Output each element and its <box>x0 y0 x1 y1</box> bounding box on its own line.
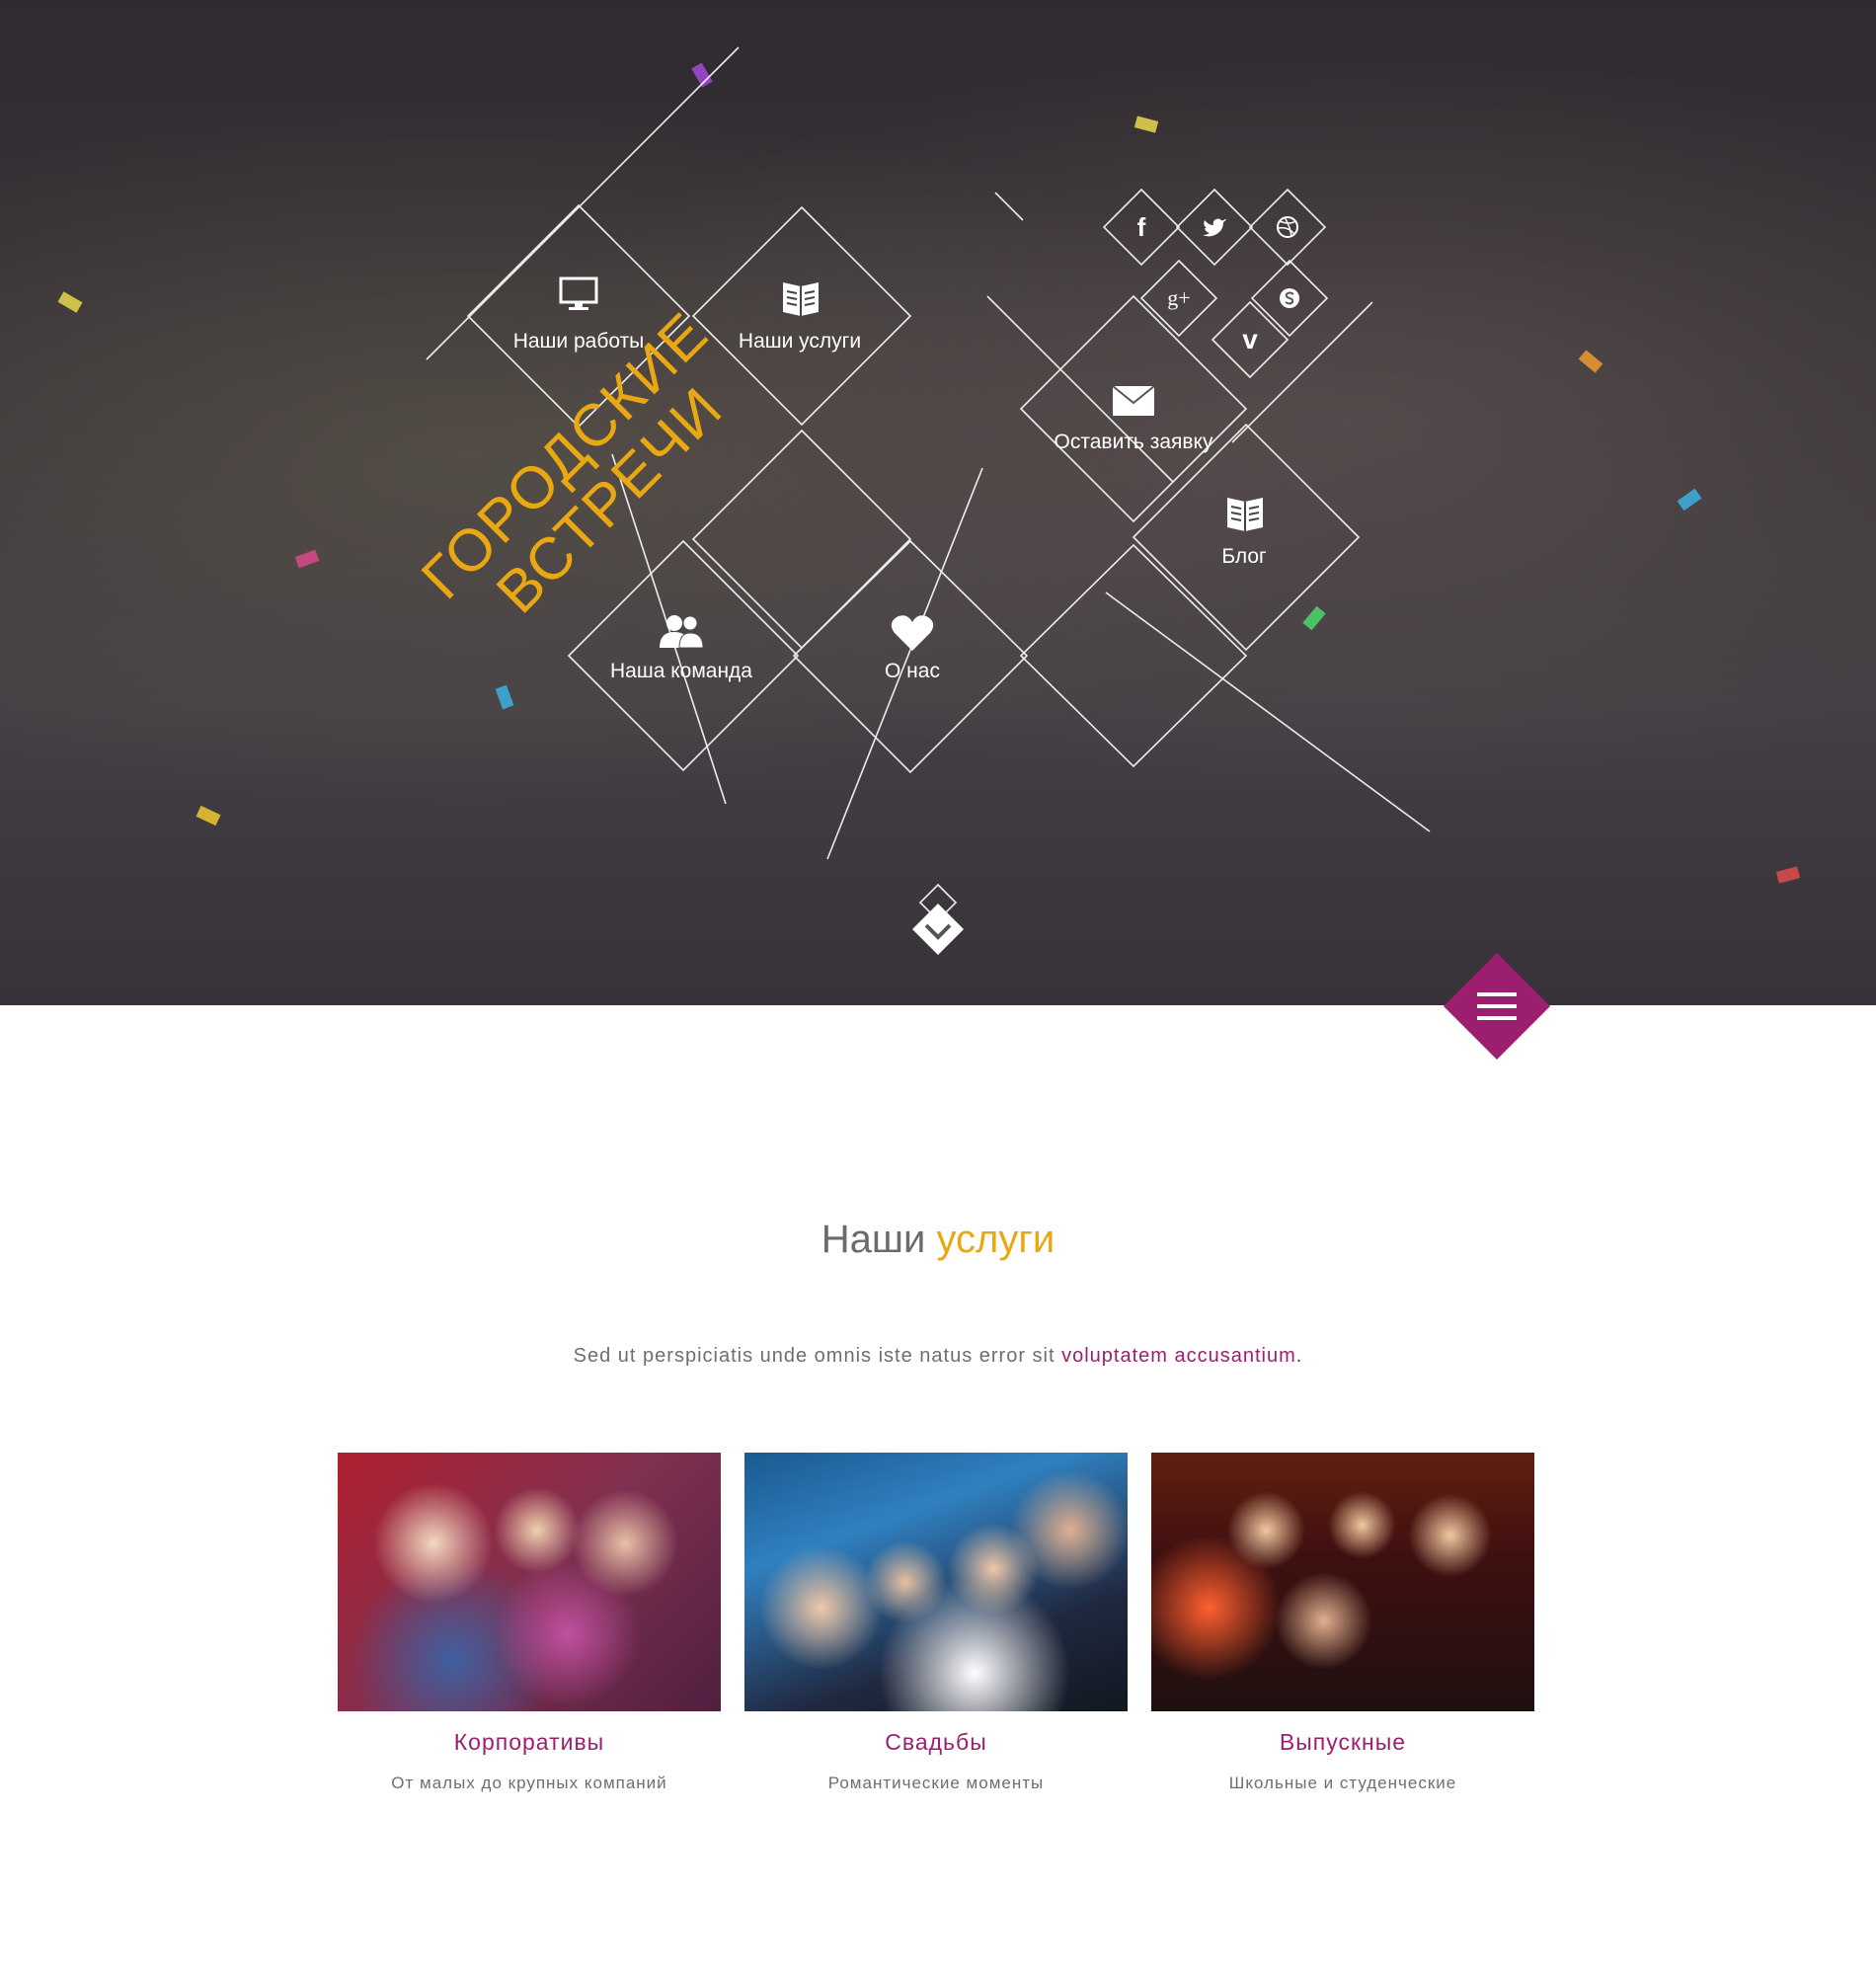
service-card-title[interactable]: Свадьбы <box>744 1729 1128 1756</box>
nav-item-our-team[interactable]: Наша команда <box>563 614 800 693</box>
nav-item-our-works[interactable]: Наши работы <box>460 276 697 355</box>
monitor-icon <box>559 276 598 310</box>
facebook-icon: f <box>1136 212 1146 242</box>
services-title-plain: Наши <box>821 1218 926 1261</box>
service-card-image[interactable] <box>1151 1453 1534 1711</box>
service-card-image[interactable] <box>338 1453 721 1711</box>
service-card-title[interactable]: Выпускные <box>1151 1729 1534 1756</box>
vimeo-icon: v <box>1242 324 1258 355</box>
nav-label: Наша команда <box>610 660 752 682</box>
social-twitter-button[interactable] <box>1197 209 1232 245</box>
service-card-title[interactable]: Корпоративы <box>338 1729 721 1756</box>
nav-item-our-services[interactable]: Наши услуги <box>681 276 918 355</box>
service-card-desc: От малых до крупных компаний <box>391 1774 667 1792</box>
envelope-icon <box>1112 385 1155 416</box>
nav-item-about[interactable]: О нас <box>794 614 1031 693</box>
users-icon <box>660 615 704 648</box>
services-title: Наши услуги <box>0 1218 1876 1262</box>
menu-button[interactable] <box>1444 953 1550 1060</box>
service-card-graduation[interactable]: Выпускные Школьные и студенческие <box>1151 1453 1534 1793</box>
social-skype-button[interactable] <box>1272 280 1307 316</box>
service-card-desc: Школьные и студенческие <box>1228 1774 1457 1792</box>
hamburger-icon <box>1444 953 1550 1060</box>
skype-icon <box>1280 288 1299 308</box>
social-google-plus-button[interactable]: g+ <box>1161 280 1197 316</box>
scroll-down-button[interactable] <box>908 884 968 963</box>
service-card-desc: Романтические моменты <box>827 1774 1045 1792</box>
social-facebook-button[interactable]: f <box>1124 209 1159 245</box>
nav-label: Оставить заявку <box>1054 431 1213 453</box>
services-subtitle-plain: Sed ut perspiciatis unde omnis iste natu… <box>573 1345 1055 1367</box>
book-icon <box>783 282 819 316</box>
dribbble-icon <box>1277 216 1298 238</box>
services-subtitle: Sed ut perspiciatis unde omnis iste natu… <box>0 1345 1876 1368</box>
services-subtitle-accent: voluptatem accusantium. <box>1061 1345 1303 1367</box>
service-card-weddings[interactable]: Свадьбы Романтические моменты <box>744 1453 1128 1793</box>
nav-item-leave-request[interactable]: Оставить заявку <box>1015 383 1252 462</box>
heart-icon <box>891 615 934 651</box>
book-icon <box>1227 498 1263 531</box>
nav-label: Наши работы <box>512 330 645 353</box>
services-title-accent: услуги <box>936 1218 1055 1261</box>
social-vimeo-button[interactable]: v <box>1232 322 1268 357</box>
service-card-corporate[interactable]: Корпоративы От малых до крупных компаний <box>338 1453 721 1793</box>
chevron-down-icon <box>912 904 964 955</box>
hero-section: ГОРОДСКИЕ ВСТРЕЧИ Наши работы Наши услуг… <box>0 0 1876 1005</box>
social-dribbble-button[interactable] <box>1270 209 1305 245</box>
nav-label: Блог <box>1221 545 1267 568</box>
twitter-icon <box>1203 218 1226 237</box>
nav-item-blog[interactable]: Блог <box>1126 492 1363 571</box>
google-plus-icon: g+ <box>1167 285 1191 310</box>
diamond-grid <box>426 46 1431 922</box>
service-card-image[interactable] <box>744 1453 1128 1711</box>
nav-label: О нас <box>885 660 940 682</box>
nav-label: Наши услуги <box>738 330 862 353</box>
